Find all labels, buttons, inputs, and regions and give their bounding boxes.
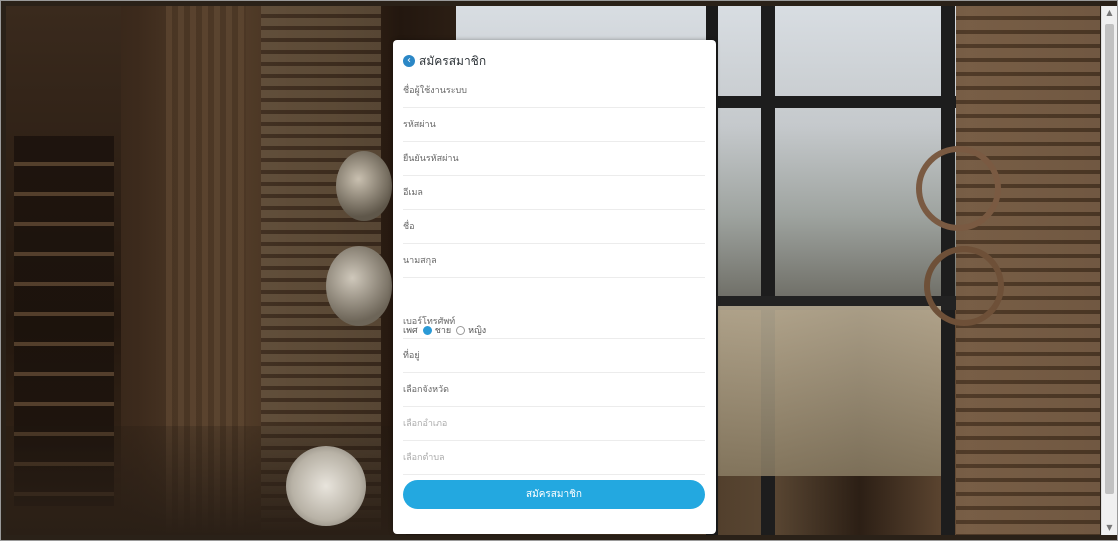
district-select[interactable] (403, 416, 703, 432)
register-button[interactable]: สมัครสมาชิก (403, 480, 705, 509)
phone-field-row (403, 305, 705, 339)
register-card: ‹ สมัครสมาชิก เพศ ชาย หญิง สมัครสมาชิก (393, 40, 716, 534)
confirm-password-field[interactable] (403, 151, 703, 167)
password-field-row (403, 108, 705, 142)
address-field[interactable] (403, 348, 703, 364)
phone-field[interactable] (403, 314, 703, 330)
email-field[interactable] (403, 185, 703, 201)
address-field-row (403, 339, 705, 373)
page-title: สมัครสมาชิก (419, 53, 487, 68)
last-name-field[interactable] (403, 253, 703, 269)
province-select-row (403, 373, 705, 407)
district-select-row (403, 407, 705, 441)
email-field-row (403, 176, 705, 210)
page-scrollbar[interactable]: ▲ ▼ (1101, 6, 1117, 535)
card-header: ‹ สมัครสมาชิก (403, 52, 486, 70)
subdistrict-select[interactable] (403, 450, 703, 466)
username-field-row (403, 74, 705, 108)
first-name-field-row (403, 210, 705, 244)
last-name-field-row (403, 244, 705, 278)
password-field[interactable] (403, 117, 703, 133)
scroll-up-icon[interactable]: ▲ (1102, 6, 1117, 20)
province-select[interactable] (403, 382, 703, 398)
scroll-down-icon[interactable]: ▼ (1102, 521, 1117, 535)
first-name-field[interactable] (403, 219, 703, 235)
username-field[interactable] (403, 83, 703, 99)
scrollbar-thumb[interactable] (1105, 24, 1114, 494)
confirm-password-field-row (403, 142, 705, 176)
back-arrow-icon[interactable]: ‹ (403, 55, 415, 67)
subdistrict-select-row (403, 441, 705, 475)
